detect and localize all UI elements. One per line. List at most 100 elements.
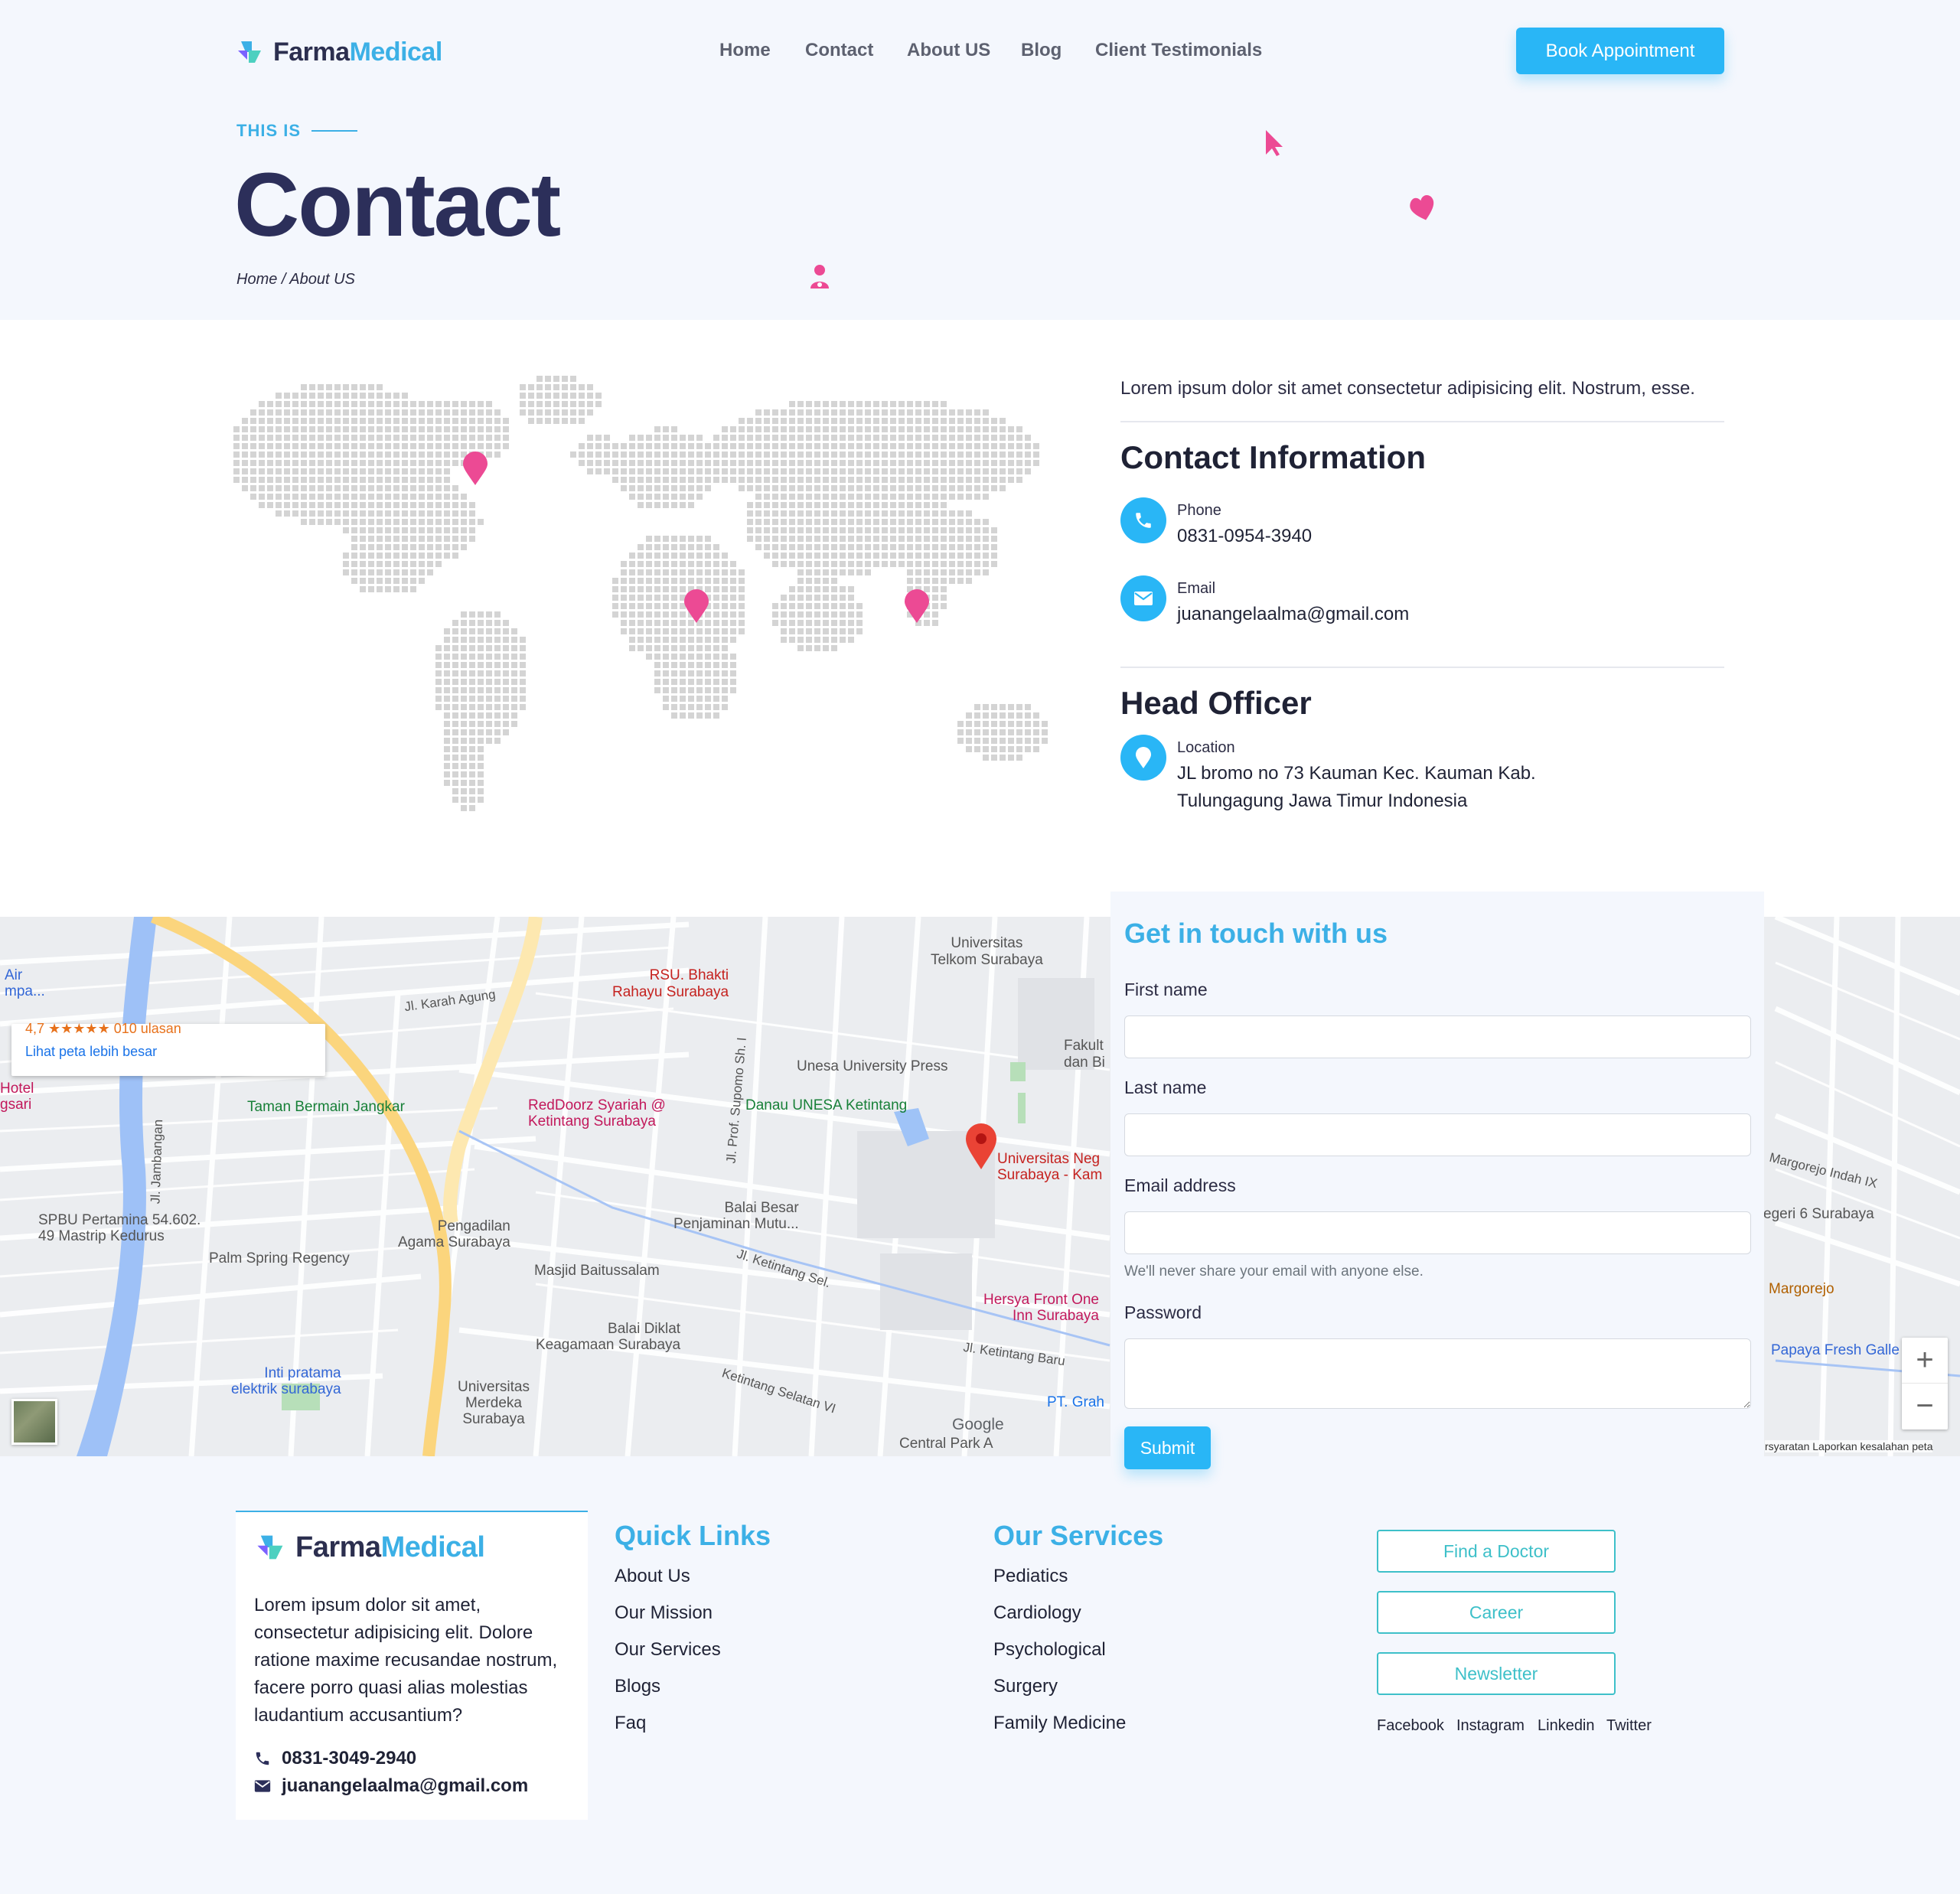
submit-button[interactable]: Submit — [1124, 1426, 1211, 1469]
phone-icon — [1120, 497, 1166, 543]
service-link-family-medicine[interactable]: Family Medicine — [993, 1713, 1126, 1734]
map-dot — [915, 519, 921, 525]
career-button[interactable]: Career — [1377, 1591, 1616, 1634]
map-dot — [284, 510, 290, 517]
map-dot — [730, 561, 736, 567]
map-dot — [393, 510, 400, 517]
map-dot — [334, 418, 341, 424]
divider — [1120, 421, 1724, 422]
map-dot — [949, 510, 955, 517]
find-doctor-button[interactable]: Find a Doctor — [1377, 1530, 1616, 1573]
zoom-in-icon[interactable]: + — [1902, 1338, 1948, 1384]
map-dot — [469, 679, 475, 685]
map-dot — [713, 637, 719, 643]
nav-contact[interactable]: Contact — [805, 40, 873, 61]
first-name-input[interactable] — [1124, 1015, 1751, 1058]
map-dot — [419, 418, 425, 424]
map-dot — [882, 451, 888, 458]
map-dot — [587, 393, 593, 399]
map-dot — [377, 578, 383, 584]
service-link-cardiology[interactable]: Cardiology — [993, 1602, 1081, 1624]
map-dot — [974, 561, 980, 567]
password-input[interactable] — [1124, 1338, 1751, 1409]
map-dot — [1008, 712, 1014, 719]
map-dot — [461, 544, 467, 550]
nav-blog[interactable]: Blog — [1021, 40, 1062, 61]
map-dot — [1016, 721, 1022, 727]
social-facebook[interactable]: Facebook — [1377, 1717, 1444, 1735]
social-instagram[interactable]: Instagram — [1456, 1717, 1525, 1735]
map-dot — [638, 569, 644, 575]
quick-link-blogs[interactable]: Blogs — [615, 1676, 660, 1697]
brand-logo[interactable]: FarmaMedical — [235, 37, 442, 67]
map-dot — [553, 418, 559, 424]
map-dot — [806, 485, 812, 491]
map-dot — [915, 527, 921, 533]
map-dot — [536, 384, 543, 390]
service-link-pediatics[interactable]: Pediatics — [993, 1566, 1068, 1587]
map-label-central: Central Park A — [899, 1436, 993, 1452]
map-dot — [772, 435, 778, 441]
map-dot — [444, 704, 450, 710]
social-linkedin[interactable]: Linkedin — [1538, 1717, 1595, 1735]
email-input[interactable] — [1124, 1211, 1751, 1254]
map-dot — [856, 460, 863, 466]
service-link-surgery[interactable]: Surgery — [993, 1676, 1058, 1697]
map-dot — [629, 485, 635, 491]
map-dot — [705, 485, 711, 491]
book-appointment-button[interactable]: Book Appointment — [1516, 28, 1724, 74]
service-link-psychological[interactable]: Psychological — [993, 1639, 1106, 1661]
map-dot — [654, 561, 660, 567]
quick-link-about[interactable]: About Us — [615, 1566, 690, 1587]
map-dot — [949, 553, 955, 559]
map-dot — [435, 401, 442, 407]
map-dot — [983, 755, 989, 761]
zoom-out-icon[interactable]: − — [1902, 1384, 1948, 1429]
map-dot — [486, 712, 492, 719]
footer-email-value: juanangelaalma@gmail.com — [282, 1775, 529, 1796]
map-dot — [292, 460, 298, 466]
map-dot — [368, 561, 374, 567]
map-dot — [705, 544, 711, 550]
larger-map-link[interactable]: Lihat peta lebih besar — [25, 1044, 157, 1060]
map-dot — [823, 477, 829, 483]
map-dot — [848, 401, 854, 407]
map-dot — [494, 704, 501, 710]
quick-link-faq[interactable]: Faq — [615, 1713, 646, 1734]
map-dot — [478, 755, 484, 761]
phone-value[interactable]: 0831-0954-3940 — [1177, 523, 1312, 550]
map-dot — [461, 637, 467, 643]
map-dot — [671, 620, 677, 626]
nav-about[interactable]: About US — [907, 40, 990, 61]
map-dot — [393, 494, 400, 500]
map-dot — [553, 401, 559, 407]
map-dot — [654, 477, 660, 483]
map-dot — [755, 418, 761, 424]
map-terms[interactable]: rsyaratan Laporkan kesalahan peta — [1765, 1440, 1933, 1452]
map-dot — [494, 729, 501, 735]
social-twitter[interactable]: Twitter — [1606, 1717, 1652, 1735]
map-dot — [957, 443, 964, 449]
footer-logo[interactable]: FarmaMedical — [254, 1531, 485, 1564]
nav-testimonials[interactable]: Client Testimonials — [1095, 40, 1262, 61]
map-dot — [402, 519, 408, 525]
quick-link-mission[interactable]: Our Mission — [615, 1602, 713, 1624]
map-dot — [688, 654, 694, 660]
map-dot — [579, 460, 585, 466]
newsletter-button[interactable]: Newsletter — [1377, 1652, 1616, 1695]
nav-home[interactable]: Home — [719, 40, 771, 61]
email-value[interactable]: juanangelaalma@gmail.com — [1177, 601, 1409, 628]
map-dot — [570, 376, 576, 382]
map-dot — [528, 384, 534, 390]
map-dot — [865, 553, 871, 559]
footer-phone[interactable]: 0831-3049-2940 — [254, 1748, 416, 1769]
satellite-toggle-icon[interactable] — [11, 1399, 57, 1445]
footer-email[interactable]: juanangelaalma@gmail.com — [254, 1775, 528, 1797]
map-dot — [764, 409, 770, 416]
map-dot — [478, 670, 484, 676]
last-name-input[interactable] — [1124, 1113, 1751, 1156]
map-dot — [932, 510, 938, 517]
map-dot — [974, 485, 980, 491]
map-dot — [840, 561, 846, 567]
quick-link-services[interactable]: Our Services — [615, 1639, 721, 1661]
